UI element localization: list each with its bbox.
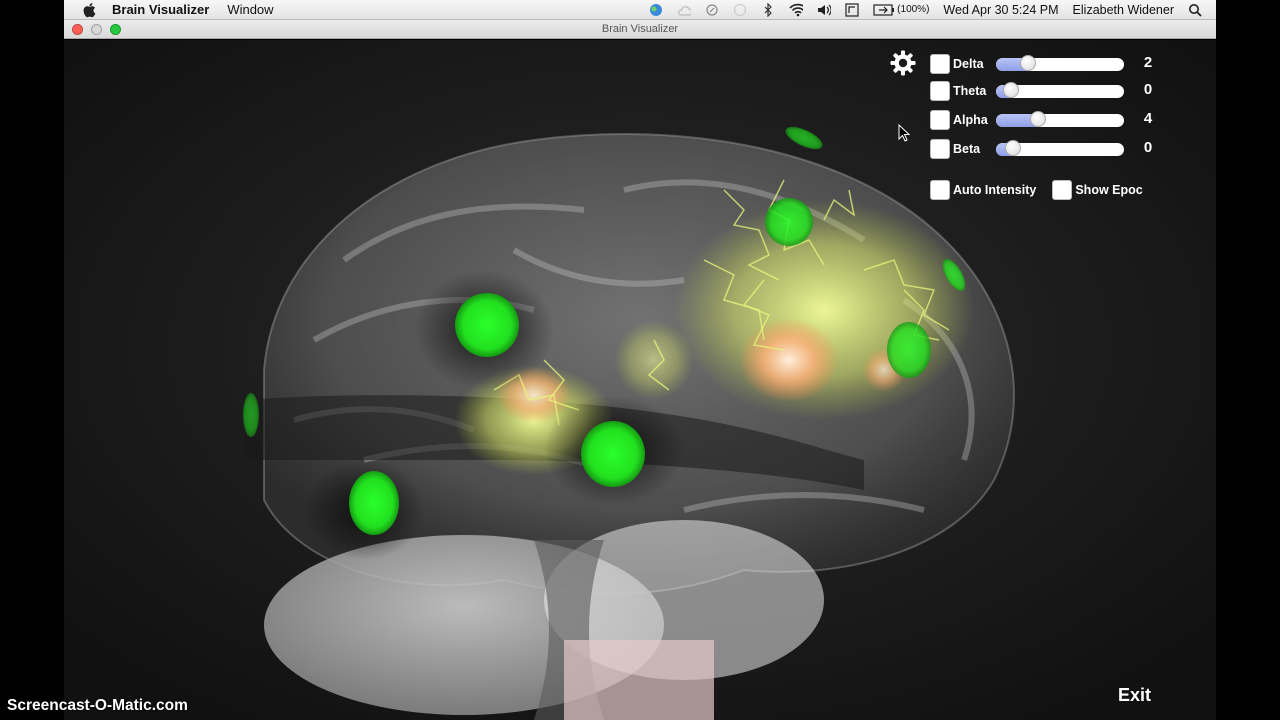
status-area: (100%) Wed Apr 30 5:24 PM Elizabeth Wide… — [649, 2, 1202, 17]
theta-checkbox[interactable] — [930, 81, 950, 101]
menu-window[interactable]: Window — [227, 2, 273, 17]
auto-intensity-label: Auto Intensity — [953, 183, 1037, 197]
battery-percent: (100%) — [897, 4, 930, 15]
band-row-beta: Beta 0 — [930, 139, 1152, 159]
minimize-button[interactable] — [91, 24, 102, 35]
alpha-label: Alpha — [953, 113, 988, 127]
band-control-panel: Delta 2 Theta 0 Alpha 4 Beta 0 Auto Inte… — [890, 50, 1210, 210]
electrode — [765, 198, 813, 246]
electrode — [349, 471, 399, 535]
theta-label: Theta — [953, 84, 987, 98]
options-row: Auto Intensity Show Epoc — [930, 180, 1143, 200]
cloud-icon[interactable] — [677, 3, 692, 17]
beta-label: Beta — [953, 142, 981, 156]
alpha-slider-knob[interactable] — [1030, 111, 1046, 127]
right-letterbox — [1216, 0, 1280, 720]
wifi-icon[interactable] — [789, 3, 804, 17]
status-app-icon[interactable] — [649, 3, 663, 17]
beta-slider-knob[interactable] — [1005, 140, 1021, 156]
delta-label: Delta — [953, 57, 984, 71]
exit-button[interactable]: Exit — [1118, 685, 1151, 706]
zoom-button[interactable] — [110, 24, 121, 35]
close-button[interactable] — [72, 24, 83, 35]
electrode — [455, 293, 519, 357]
alpha-checkbox[interactable] — [930, 110, 950, 130]
left-letterbox — [0, 0, 64, 720]
show-epoc-label: Show Epoc — [1075, 183, 1143, 197]
delta-value: 2 — [1143, 54, 1153, 71]
alpha-value: 4 — [1143, 110, 1153, 127]
beta-value: 0 — [1143, 139, 1153, 156]
input-icon[interactable] — [845, 2, 859, 17]
band-row-delta: Delta 2 — [930, 54, 1152, 74]
window-titlebar: Brain Visualizer — [64, 20, 1216, 39]
show-epoc-checkbox[interactable] — [1052, 180, 1073, 200]
alpha-slider[interactable] — [996, 114, 1124, 127]
mouse-cursor-icon — [898, 124, 910, 142]
search-icon[interactable] — [1188, 3, 1202, 17]
volume-icon[interactable] — [817, 3, 832, 17]
apple-icon[interactable] — [82, 2, 98, 18]
delta-checkbox[interactable] — [930, 54, 950, 74]
theta-value: 0 — [1143, 81, 1153, 98]
timemachine-icon[interactable] — [733, 3, 747, 17]
band-row-alpha: Alpha 4 — [930, 110, 1152, 130]
sync-icon[interactable] — [705, 3, 719, 17]
activity-hotspot — [739, 318, 839, 402]
auto-intensity-checkbox[interactable] — [930, 180, 950, 200]
window-title: Brain Visualizer — [601, 23, 679, 35]
watermark: Screencast-O-Matic.com — [7, 697, 188, 714]
menu-bar: Brain Visualizer Window (100%) Wed Apr 3… — [64, 0, 1216, 20]
menu-user[interactable]: Elizabeth Widener — [1073, 3, 1174, 17]
brain-viewport[interactable]: Delta 2 Theta 0 Alpha 4 Beta 0 Auto Inte… — [64, 40, 1216, 720]
theta-slider-knob[interactable] — [1003, 82, 1019, 98]
electrode — [243, 393, 259, 437]
delta-slider-knob[interactable] — [1020, 55, 1036, 71]
electrode — [581, 421, 645, 487]
gear-icon[interactable] — [890, 50, 916, 76]
bluetooth-icon[interactable] — [761, 2, 775, 17]
beta-checkbox[interactable] — [930, 139, 950, 159]
menu-clock[interactable]: Wed Apr 30 5:24 PM — [943, 3, 1058, 17]
electrode — [887, 322, 931, 378]
menu-app-name[interactable]: Brain Visualizer — [112, 2, 209, 17]
delta-slider[interactable] — [996, 58, 1124, 71]
battery-icon[interactable] — [873, 3, 895, 17]
band-row-theta: Theta 0 — [930, 81, 1152, 101]
